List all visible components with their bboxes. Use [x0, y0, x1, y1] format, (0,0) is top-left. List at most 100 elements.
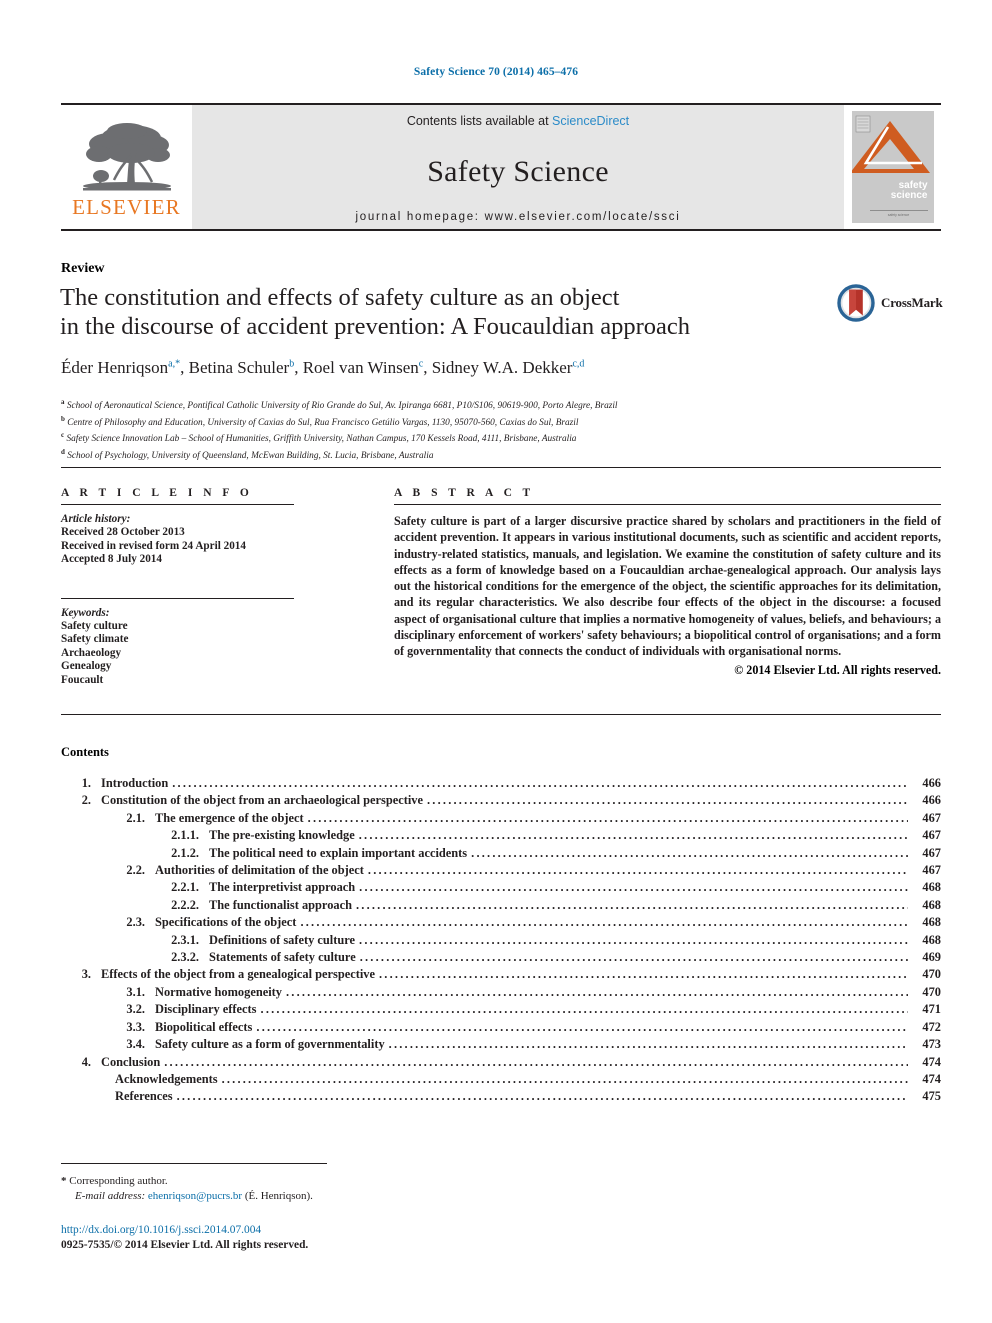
toc-row[interactable]: References..............................… [61, 1088, 941, 1105]
divider [61, 504, 294, 505]
author-affil-marks: c,d [572, 358, 585, 370]
affiliation-mark: c [61, 431, 65, 440]
email-note: E-mail address: ehenriqson@pucrs.br (É. … [61, 1189, 561, 1204]
toc-label[interactable]: The political need to explain important … [209, 845, 467, 862]
toc-row[interactable]: 2. Constitution of the object from an arc… [61, 792, 941, 809]
abstract-column: A B S T R A C T Safety culture is part o… [394, 487, 941, 687]
doi-link[interactable]: http://dx.doi.org/10.1016/j.ssci.2014.07… [61, 1223, 561, 1238]
keywords-block: Keywords: Safety culture Safety climate … [61, 607, 394, 687]
toc-number: 2.1.1. [171, 828, 199, 843]
crossmark-label: CrossMark [881, 295, 943, 310]
doi-block: http://dx.doi.org/10.1016/j.ssci.2014.07… [61, 1223, 561, 1253]
contents-available-prefix: Contents lists available at [406, 114, 553, 128]
toc-page-number: 469 [922, 950, 941, 965]
journal-cover-image: safety science safety science [851, 111, 934, 223]
toc-row[interactable]: 3.4. Safety culture as a form of governme… [61, 1036, 941, 1053]
elsevier-tree-icon [82, 123, 171, 191]
article-history-item: Received 28 October 2013 [61, 526, 185, 539]
table-of-contents: 1. Introduction..........................… [61, 775, 941, 1106]
cover-title-line2: science [890, 190, 928, 201]
journal-homepage[interactable]: journal homepage: www.elsevier.com/locat… [356, 211, 681, 223]
toc-row[interactable]: 3.2. Disciplinary effects................… [61, 1001, 941, 1018]
toc-page-number: 467 [922, 828, 941, 843]
divider [61, 714, 941, 715]
toc-row[interactable]: 1. Introduction..........................… [61, 775, 941, 792]
article-history-item: Received in revised form 24 April 2014 [61, 539, 246, 552]
toc-number: 4. [81, 1054, 91, 1069]
toc-page-number: 466 [922, 776, 941, 790]
crossmark-badge[interactable]: CrossMark [836, 281, 946, 325]
toc-page-number: 468 [922, 880, 941, 895]
toc-page-number: 468 [922, 932, 941, 947]
toc-label[interactable]: Conclusion [101, 1054, 160, 1071]
author-item: Sidney W.A. Dekkerc,d [432, 358, 585, 377]
toc-row[interactable]: 3.1. Normative homogeneity...............… [61, 984, 941, 1001]
article-info-column: A R T I C L E I N F O Article history: R… [61, 487, 394, 687]
toc-row[interactable]: 3. Effects of the object from a genealogi… [61, 966, 941, 983]
toc-page-number: 470 [922, 967, 941, 982]
toc-number: 2.2.2. [171, 897, 199, 912]
toc-row[interactable]: 2.3. Specifications of the object........… [61, 914, 941, 931]
toc-label[interactable]: The interpretivist approach [209, 879, 355, 896]
toc-label[interactable]: Specifications of the object [155, 914, 296, 931]
toc-row[interactable]: Acknowledgements........................… [61, 1071, 941, 1088]
toc-label[interactable]: Normative homogeneity [155, 984, 282, 1001]
toc-page-number: 470 [922, 984, 941, 999]
affiliation-text: Safety Science Innovation Lab – School o… [66, 434, 577, 445]
toc-number: 2.1.2. [171, 845, 199, 860]
toc-row[interactable]: 2.1. The emergence of the object.........… [61, 810, 941, 827]
author-item: Éder Henriqsona,* [61, 358, 180, 377]
author-name: Sidney W.A. Dekker [431, 358, 573, 377]
toc-label[interactable]: References [115, 1088, 173, 1105]
toc-row[interactable]: 2.2. Authorities of delimitation of the o… [61, 862, 941, 879]
affiliation-list: a School of Aeronautical Science, Pontif… [61, 396, 921, 463]
author-item: Betina Schulerb [189, 358, 295, 377]
toc-label[interactable]: Biopolitical effects [155, 1019, 252, 1036]
toc-page-number: 467 [922, 845, 941, 860]
toc-label[interactable]: Definitions of safety culture [209, 932, 355, 949]
toc-label[interactable]: The pre-existing knowledge [209, 827, 355, 844]
toc-row[interactable]: 2.1.1. The pre-existing knowledge........… [61, 827, 941, 844]
email-link[interactable]: ehenriqson@pucrs.br [148, 1190, 242, 1202]
toc-label[interactable]: Introduction [101, 775, 168, 792]
keyword-item: Safety climate [61, 633, 129, 646]
toc-row[interactable]: 2.3.1. Definitions of safety culture.....… [61, 932, 941, 949]
affiliation-mark: a [61, 398, 65, 406]
corresponding-author-note: * Corresponding author. [61, 1174, 561, 1189]
toc-label[interactable]: Statements of safety culture [209, 949, 356, 966]
page-title: The constitution and effects of safety c… [60, 283, 780, 341]
toc-label[interactable]: Effects of the object from a genealogica… [101, 966, 375, 983]
toc-label[interactable]: The functionalist approach [209, 897, 352, 914]
author-name: Roel van Winsen [302, 358, 419, 377]
affiliation-text: School of Psychology, University of Quee… [67, 451, 434, 462]
keyword-item: Foucault [61, 673, 104, 686]
toc-label[interactable]: Disciplinary effects [155, 1001, 257, 1018]
toc-row[interactable]: 2.1.2. The political need to explain impo… [61, 845, 941, 862]
cover-title: safety science [891, 181, 928, 201]
toc-row[interactable]: 2.2.1. The interpretivist approach.......… [61, 879, 941, 896]
toc-label[interactable]: Constitution of the object from an archa… [101, 792, 423, 809]
article-type: Review [61, 261, 105, 276]
toc-label[interactable]: Authorities of delimitation of the objec… [155, 862, 364, 879]
toc-number: 2.3.2. [171, 950, 199, 965]
author-item: Roel van Winsenc [303, 358, 424, 377]
toc-number: 2.3.1. [171, 932, 199, 947]
toc-row[interactable]: 4. Conclusion............................… [61, 1054, 941, 1071]
affiliation-mark: b [61, 414, 65, 423]
toc-row[interactable]: 2.2.2. The functionalist approach........… [61, 897, 941, 914]
toc-page-number: 474 [922, 1071, 941, 1086]
toc-dot-leader: ........................................… [427, 793, 908, 808]
toc-label[interactable]: Acknowledgements [115, 1071, 218, 1088]
keyword-item: Archaeology [61, 646, 122, 659]
contents-section: Contents 1. Introduction.................… [61, 745, 941, 1106]
toc-label[interactable]: Safety culture as a form of governmental… [155, 1036, 385, 1053]
toc-row[interactable]: 2.3.2. Statements of safety culture......… [61, 949, 941, 966]
sciencedirect-link[interactable]: ScienceDirect [552, 114, 629, 128]
running-head: Safety Science 70 (2014) 465–476 [413, 66, 579, 78]
toc-number: 3. [81, 967, 91, 982]
article-history-item: Accepted 8 July 2014 [61, 553, 162, 566]
toc-dot-leader: ........................................… [358, 828, 908, 843]
affiliation-mark: d [61, 448, 65, 457]
toc-label[interactable]: The emergence of the object [155, 810, 304, 827]
toc-row[interactable]: 3.3. Biopolitical effects................… [61, 1019, 941, 1036]
